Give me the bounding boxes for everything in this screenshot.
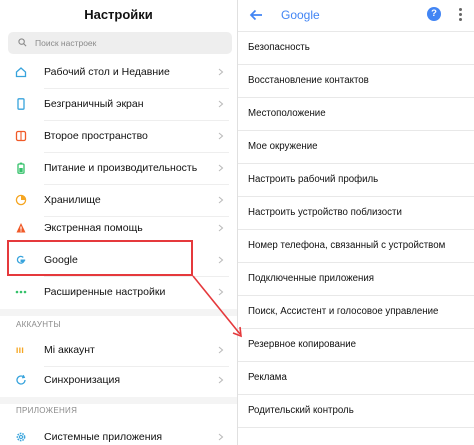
page-title: Google (281, 8, 320, 22)
google-item-security[interactable]: Безопасность (238, 31, 474, 64)
settings-item-label: Безграничный экран (44, 98, 144, 110)
google-item-nearby[interactable]: Мое окружение (238, 130, 474, 163)
mi-icon (16, 347, 24, 353)
list-item-label: Восстановление контактов (248, 75, 369, 86)
settings-item-sync[interactable]: Синхронизация (0, 364, 237, 396)
settings-item-fullscreen[interactable]: Безграничный экран (0, 88, 237, 120)
chevron-right-icon (218, 68, 224, 76)
battery-icon (17, 162, 25, 174)
second-space-icon (15, 130, 27, 142)
settings-item-label: Синхронизация (44, 374, 121, 386)
list-item-label: Номер телефона, связанный с устройством (248, 240, 446, 251)
page-title: Настройки (84, 7, 153, 22)
list-item-label: Реклама (248, 372, 287, 383)
settings-item-battery[interactable]: Питание и производительность (0, 152, 237, 184)
list-item-label: Настроить устройство поблизости (248, 207, 402, 218)
list-item-label: Безопасность (248, 42, 310, 53)
chevron-right-icon (218, 376, 224, 384)
phone-screen-icon (17, 98, 25, 110)
settings-panel: Настройки Поиск настроек Рабочий стол и … (0, 0, 237, 445)
google-item-next[interactable] (238, 427, 474, 445)
section-header-accounts: АККАУНТЫ (16, 320, 61, 329)
settings-item-mi-account[interactable]: Mi аккаунт (0, 334, 237, 366)
list-item-label: Подключенные приложения (248, 273, 374, 284)
chevron-right-icon (218, 256, 224, 264)
chevron-right-icon (218, 346, 224, 354)
settings-item-advanced[interactable]: Расширенные настройки (0, 276, 237, 308)
settings-item-label: Второе пространство (44, 130, 148, 142)
google-item-parental-controls[interactable]: Родительский контроль (238, 394, 474, 427)
chevron-right-icon (218, 288, 224, 296)
help-icon[interactable]: ? (427, 7, 441, 21)
settings-item-label: Расширенные настройки (44, 286, 166, 298)
list-item-label: Поиск, Ассистент и голосовое управление (248, 306, 439, 317)
sync-icon (16, 374, 26, 385)
gear-icon (16, 432, 26, 442)
screen: Настройки Поиск настроек Рабочий стол и … (0, 0, 474, 445)
google-item-backup[interactable]: Резервное копирование (238, 328, 474, 361)
settings-item-label: Питание и производительность (44, 162, 198, 174)
chevron-right-icon (218, 164, 224, 172)
storage-icon (15, 194, 27, 206)
chevron-right-icon (218, 433, 224, 441)
section-spacer (0, 397, 237, 404)
list-item-label: Местоположение (248, 108, 326, 119)
section-header-apps: ПРИЛОЖЕНИЯ (16, 406, 78, 415)
list-item-label: Родительский контроль (248, 405, 354, 416)
list-item-label: Резервное копирование (248, 339, 357, 350)
google-item-setup-nearby-device[interactable]: Настроить устройство поблизости (238, 196, 474, 229)
search-icon (18, 38, 27, 47)
google-item-location[interactable]: Местоположение (238, 97, 474, 130)
google-highlight-box (7, 240, 193, 276)
home-icon (15, 67, 27, 78)
search-input[interactable]: Поиск настроек (8, 32, 232, 54)
back-arrow-icon[interactable] (248, 7, 264, 23)
chevron-right-icon (218, 132, 224, 140)
settings-item-home[interactable]: Рабочий стол и Недавние (0, 56, 237, 88)
search-placeholder: Поиск настроек (35, 38, 97, 48)
list-item-label: Настроить рабочий профиль (248, 174, 379, 185)
chevron-right-icon (218, 224, 224, 232)
google-item-phone-number[interactable]: Номер телефона, связанный с устройством (238, 229, 474, 262)
google-settings-panel: Google ? Безопасность Восстановление кон… (237, 0, 474, 445)
settings-item-label: Системные приложения (44, 431, 163, 443)
google-item-ads[interactable]: Реклама (238, 361, 474, 394)
settings-item-system-apps[interactable]: Системные приложения (0, 421, 237, 445)
section-spacer (0, 309, 237, 316)
list-item-label: Мое окружение (248, 141, 318, 152)
settings-item-second-space[interactable]: Второе пространство (0, 120, 237, 152)
google-item-work-profile[interactable]: Настроить рабочий профиль (238, 163, 474, 196)
emergency-icon (16, 223, 26, 233)
google-item-search-assistant[interactable]: Поиск, Ассистент и голосовое управление (238, 295, 474, 328)
settings-item-label: Mi аккаунт (44, 344, 95, 356)
google-item-restore-contacts[interactable]: Восстановление контактов (238, 64, 474, 97)
google-item-connected-apps[interactable]: Подключенные приложения (238, 262, 474, 295)
app-bar: Google ? (238, 0, 474, 30)
settings-item-label: Рабочий стол и Недавние (44, 66, 170, 78)
chevron-right-icon (218, 100, 224, 108)
chevron-right-icon (218, 196, 224, 204)
more-dots-icon (15, 290, 27, 294)
overflow-menu-icon[interactable] (459, 8, 463, 22)
